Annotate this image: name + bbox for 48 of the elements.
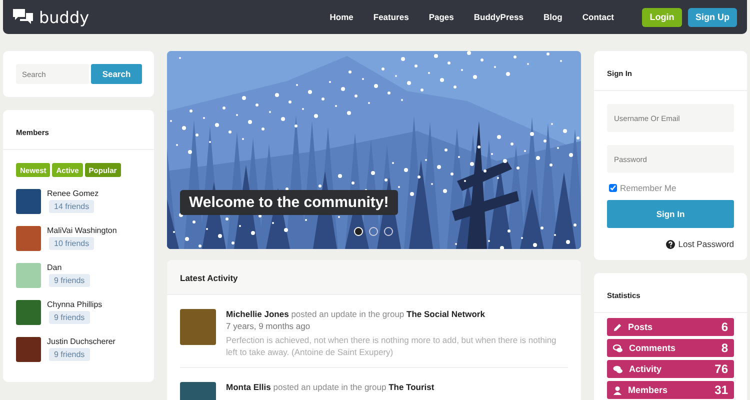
member-name[interactable]: MaliVai Washington: [47, 226, 117, 235]
nav-link[interactable]: Features: [363, 12, 419, 22]
speech-bubbles-icon: [12, 8, 34, 26]
member-name[interactable]: Chynna Phillips: [47, 300, 102, 309]
activity-time: 7 years, 9 months ago: [226, 321, 310, 331]
nav-link[interactable]: Home: [320, 12, 364, 22]
statistic-count: 8: [721, 341, 728, 355]
statistic-label: Activity: [629, 364, 662, 374]
nav-link[interactable]: BuddyPress: [464, 12, 534, 22]
avatar-image[interactable]: [16, 337, 41, 362]
chat-bubbles-icon: [613, 344, 623, 352]
avatar-image[interactable]: [16, 226, 41, 251]
slide-caption: Welcome to the community!: [180, 190, 398, 215]
statistic-count: 6: [721, 320, 728, 334]
activity-text: Perfection is achieved, not when there is nothing more to add, but when there is nothing left to take away. (Antoine de Saint Exupery): [226, 334, 558, 358]
friend-count: 9 friends: [49, 274, 90, 287]
nav-link[interactable]: Blog: [533, 12, 572, 22]
logo-text[interactable]: buddy: [39, 8, 90, 26]
friend-count: 9 friends: [49, 311, 90, 324]
member-name[interactable]: Justin Duchscherer: [47, 337, 116, 346]
friend-count: 9 friends: [49, 348, 90, 361]
statistic-count: 31: [714, 383, 728, 397]
statistic-label: Members: [628, 385, 668, 395]
avatar-image[interactable]: [16, 189, 41, 214]
remember-label: Remember Me: [620, 183, 676, 193]
avatar-image[interactable]: [16, 300, 41, 325]
statistic-label: Comments: [629, 343, 676, 353]
avatar-image[interactable]: [16, 263, 41, 288]
chat-bubbles-icon: [613, 364, 623, 374]
friend-count: 10 friends: [49, 237, 94, 250]
lost-password-link[interactable]: Lost Password: [678, 239, 734, 249]
slide-dot[interactable]: [369, 227, 378, 236]
member-name[interactable]: Dan: [47, 263, 62, 272]
statistic-count: 76: [714, 362, 728, 376]
statistic-label: Posts: [628, 322, 653, 332]
user-icon: [613, 386, 622, 394]
nav-link[interactable]: Contact: [572, 12, 624, 22]
activity-summary: Michellie Jones posted an update in the group The Social Network: [226, 309, 485, 319]
avatar-image[interactable]: [180, 309, 216, 345]
activity-summary: Monta Ellis posted an update in the group The Tourist: [226, 382, 434, 392]
member-name[interactable]: Renee Gomez: [47, 189, 99, 198]
friend-count: 14 friends: [49, 200, 94, 213]
nav-link[interactable]: Pages: [418, 12, 464, 22]
slide-dot[interactable]: [384, 227, 393, 236]
remember-checkbox[interactable]: [609, 184, 617, 192]
pencil-icon: [613, 322, 622, 332]
question-icon: [666, 240, 676, 248]
card-title: Latest Activity: [180, 273, 238, 283]
